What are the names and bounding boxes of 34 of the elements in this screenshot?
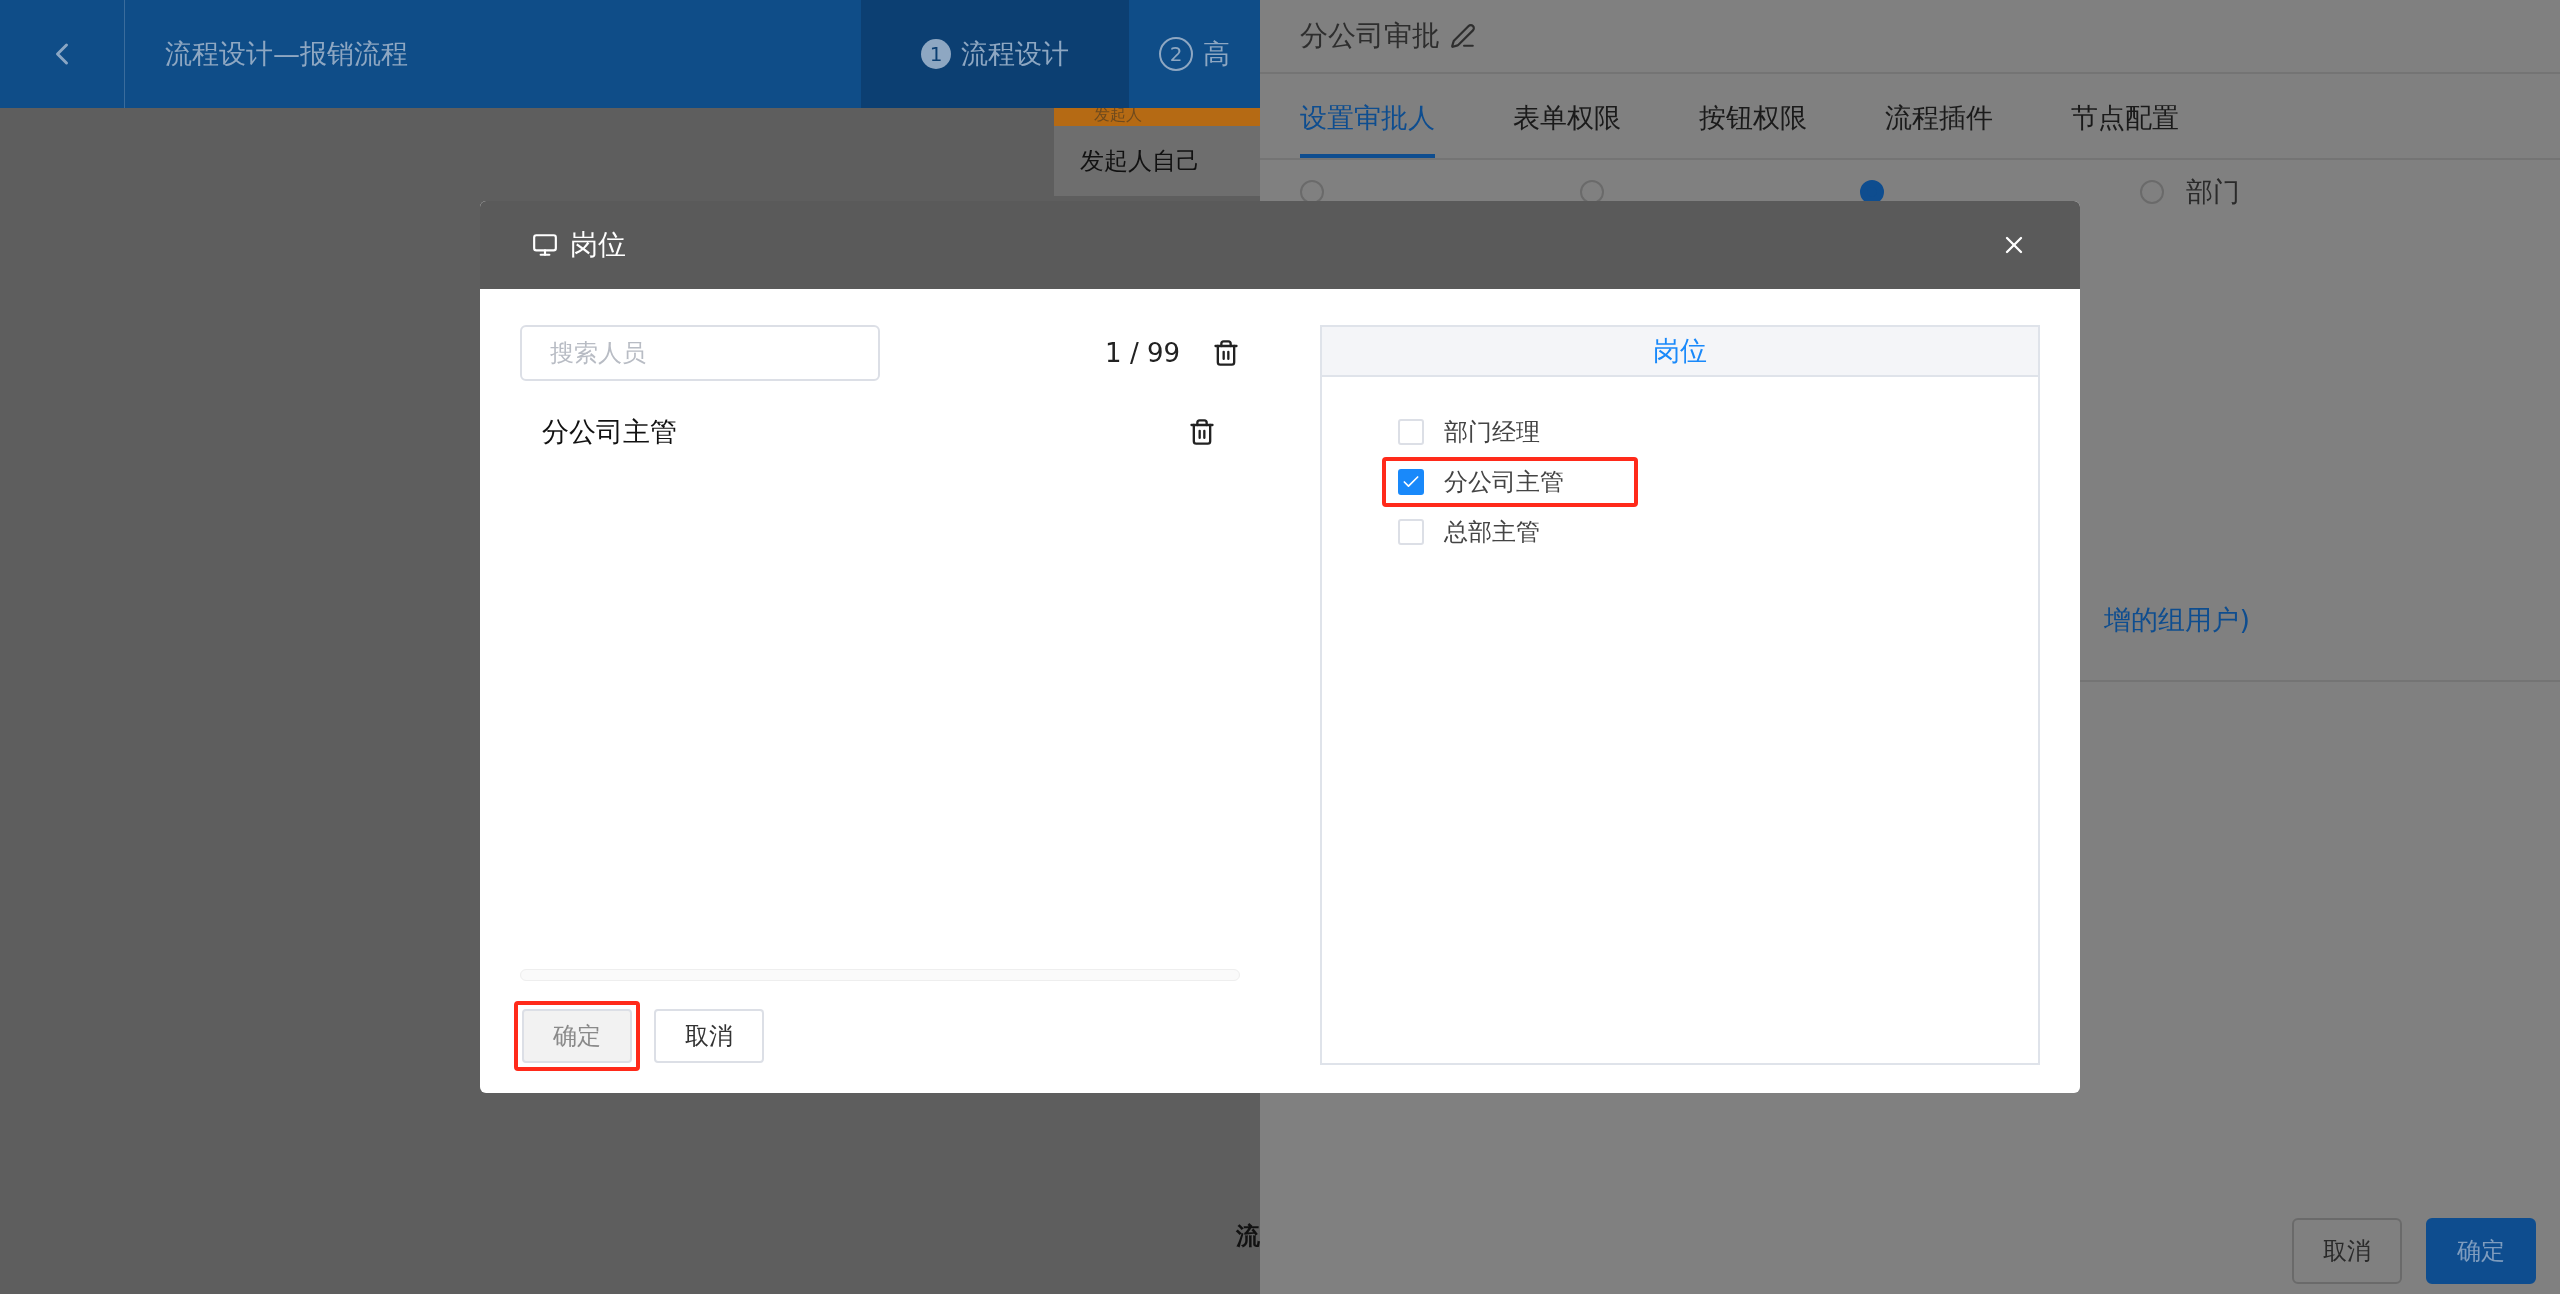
radio-button[interactable]	[1860, 180, 1884, 204]
step-tab[interactable]: 1 流程设计	[861, 0, 1129, 108]
dialog-button[interactable]: 取消	[654, 1009, 764, 1063]
step-number: 1	[921, 39, 951, 69]
canvas-label: 流	[1236, 1221, 1260, 1252]
monitor-icon	[532, 232, 558, 258]
page-title: 流程设计—报销流程	[165, 37, 409, 71]
edit-icon[interactable]	[1450, 23, 1476, 49]
checkbox[interactable]	[1398, 469, 1424, 495]
selected-item: 分公司主管	[542, 415, 678, 449]
drawer-tab[interactable]: 按钮权限	[1699, 86, 1807, 158]
option-label: 分公司主管	[1444, 467, 1564, 498]
drawer-tab[interactable]: 流程插件	[1885, 86, 1993, 158]
option-label: 总部主管	[1444, 517, 1540, 548]
drawer-title: 分公司审批	[1300, 18, 1440, 54]
radio-label: 部门	[2186, 175, 2240, 209]
approver-note: 增的组用户)	[2104, 603, 2250, 637]
node-body: 发起人自己	[1079, 146, 1201, 177]
step-number: 2	[1159, 37, 1193, 71]
trash-icon[interactable]	[1212, 339, 1240, 367]
confirm-button[interactable]: 确定	[2426, 1218, 2536, 1284]
option-label: 部门经理	[1444, 417, 1540, 448]
search-field[interactable]: 搜索人员	[520, 325, 880, 381]
trash-icon[interactable]	[1188, 418, 1216, 446]
step-tab[interactable]: 2 高	[1129, 0, 1260, 108]
drawer-tab[interactable]: 节点配置	[2071, 86, 2179, 158]
drawer-tab[interactable]: 表单权限	[1513, 86, 1621, 158]
selection-count: 1 / 99	[1105, 338, 1180, 368]
drawer-tab[interactable]: 设置审批人	[1300, 86, 1435, 158]
step-label: 高	[1203, 37, 1230, 71]
cancel-button[interactable]: 取消	[2292, 1218, 2402, 1284]
panel-title: 岗位	[1322, 327, 2038, 377]
dialog-title: 岗位	[570, 227, 627, 263]
step-label: 流程设计	[961, 37, 1069, 71]
